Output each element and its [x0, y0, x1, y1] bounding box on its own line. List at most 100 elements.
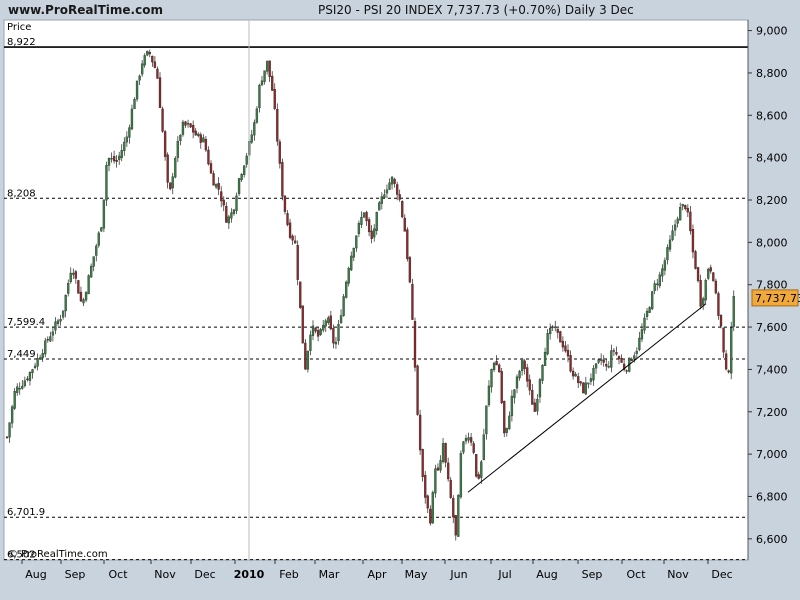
candle-down: [605, 363, 608, 367]
candle-down: [472, 443, 475, 453]
candle-up: [589, 378, 593, 382]
y-tick-label: 6,800: [756, 490, 788, 503]
x-tick-label: Aug: [25, 568, 46, 581]
candle-up: [607, 365, 610, 368]
candle-down: [293, 240, 297, 244]
candle-down: [686, 207, 689, 213]
candle-up: [360, 217, 363, 225]
candle-down: [268, 60, 271, 78]
candle-up: [704, 280, 707, 301]
candle-up: [107, 158, 111, 166]
plot-area: [3, 19, 749, 561]
candle-up: [120, 150, 123, 158]
candle-down: [495, 361, 498, 366]
candle-up: [373, 228, 376, 238]
candle-down: [283, 195, 287, 212]
y-tick-label: 9,000: [756, 25, 788, 38]
candle-up: [459, 453, 463, 498]
candle-up: [51, 331, 55, 336]
candle-down: [612, 350, 616, 352]
candle-up: [554, 326, 557, 329]
candle-down: [424, 474, 427, 498]
candle-up: [508, 415, 511, 430]
candle-up: [253, 122, 256, 136]
candle-down: [617, 356, 621, 360]
candle-down: [684, 205, 687, 209]
candle-up: [242, 165, 246, 175]
candle-down: [569, 355, 572, 372]
candle-up: [258, 84, 261, 109]
candle-up: [232, 209, 236, 214]
candle-up: [39, 357, 42, 360]
candle-up: [41, 353, 44, 359]
candle-down: [112, 156, 116, 162]
candle-up: [730, 327, 733, 374]
candle-down: [625, 370, 628, 372]
x-tick-label: Apr: [367, 568, 387, 581]
candle-up: [140, 63, 144, 75]
candle-down: [526, 367, 529, 382]
level-label: 7,449: [7, 349, 36, 360]
candle-down: [161, 108, 164, 132]
candle-up: [482, 434, 486, 460]
candle-up: [227, 216, 231, 224]
candle-down: [225, 205, 228, 223]
x-tick-label: May: [405, 568, 428, 581]
candle-up: [439, 460, 442, 471]
candle-up: [597, 359, 600, 363]
candle-down: [332, 327, 335, 344]
level-label: 6,502: [7, 550, 36, 561]
price-chart[interactable]: Price © ProRealTime.com 8,9228,2087,599.…: [0, 0, 800, 600]
candle-down: [304, 342, 307, 370]
x-tick-label: Jul: [497, 568, 511, 581]
candle-down: [620, 357, 623, 363]
level-label: 6,701.9: [7, 507, 45, 518]
candle-up: [574, 374, 577, 377]
candle-down: [559, 331, 562, 343]
candle-down: [301, 305, 304, 344]
candle-down: [615, 352, 618, 355]
candle-down: [531, 390, 534, 405]
candle-up: [587, 382, 590, 385]
candle-down: [475, 454, 478, 477]
candle-up: [510, 395, 514, 417]
candle-down: [727, 370, 730, 373]
candle-up: [487, 385, 491, 405]
candle-up: [87, 275, 90, 295]
candle-up: [179, 134, 182, 141]
y-tick-label: 7,000: [756, 448, 788, 461]
x-tick-label: Jun: [449, 568, 467, 581]
candle-up: [592, 367, 595, 381]
candle-up: [67, 283, 70, 294]
candle-up: [594, 363, 598, 369]
candle-down: [582, 382, 585, 394]
candle-down: [398, 194, 401, 200]
candle-up: [146, 50, 149, 56]
candle-up: [347, 268, 350, 284]
x-tick-label: Sep: [582, 568, 603, 581]
x-tick-label: Feb: [279, 568, 298, 581]
candle-down: [281, 162, 284, 197]
candle-up: [214, 183, 218, 188]
candle-down: [561, 340, 565, 348]
y-tick-label: 6,600: [756, 533, 788, 546]
candle-up: [441, 443, 445, 462]
candle-up: [645, 310, 649, 317]
candle-up: [174, 158, 177, 178]
candle-up: [143, 55, 146, 66]
candle-down: [709, 267, 712, 272]
y-tick-label: 8,000: [756, 236, 788, 249]
candle-up: [633, 355, 636, 360]
candle-down: [370, 230, 373, 239]
candle-up: [485, 405, 488, 435]
candle-up: [661, 268, 664, 277]
candle-up: [90, 265, 93, 278]
candle-up: [13, 391, 16, 409]
candle-down: [286, 213, 289, 225]
x-tick-label: Aug: [536, 568, 557, 581]
x-tick-label: Oct: [626, 568, 646, 581]
price-axis-title: Price: [7, 22, 31, 33]
y-tick-label: 8,600: [756, 109, 788, 122]
candle-up: [309, 334, 312, 351]
level-label: 7,599.4: [7, 317, 45, 328]
